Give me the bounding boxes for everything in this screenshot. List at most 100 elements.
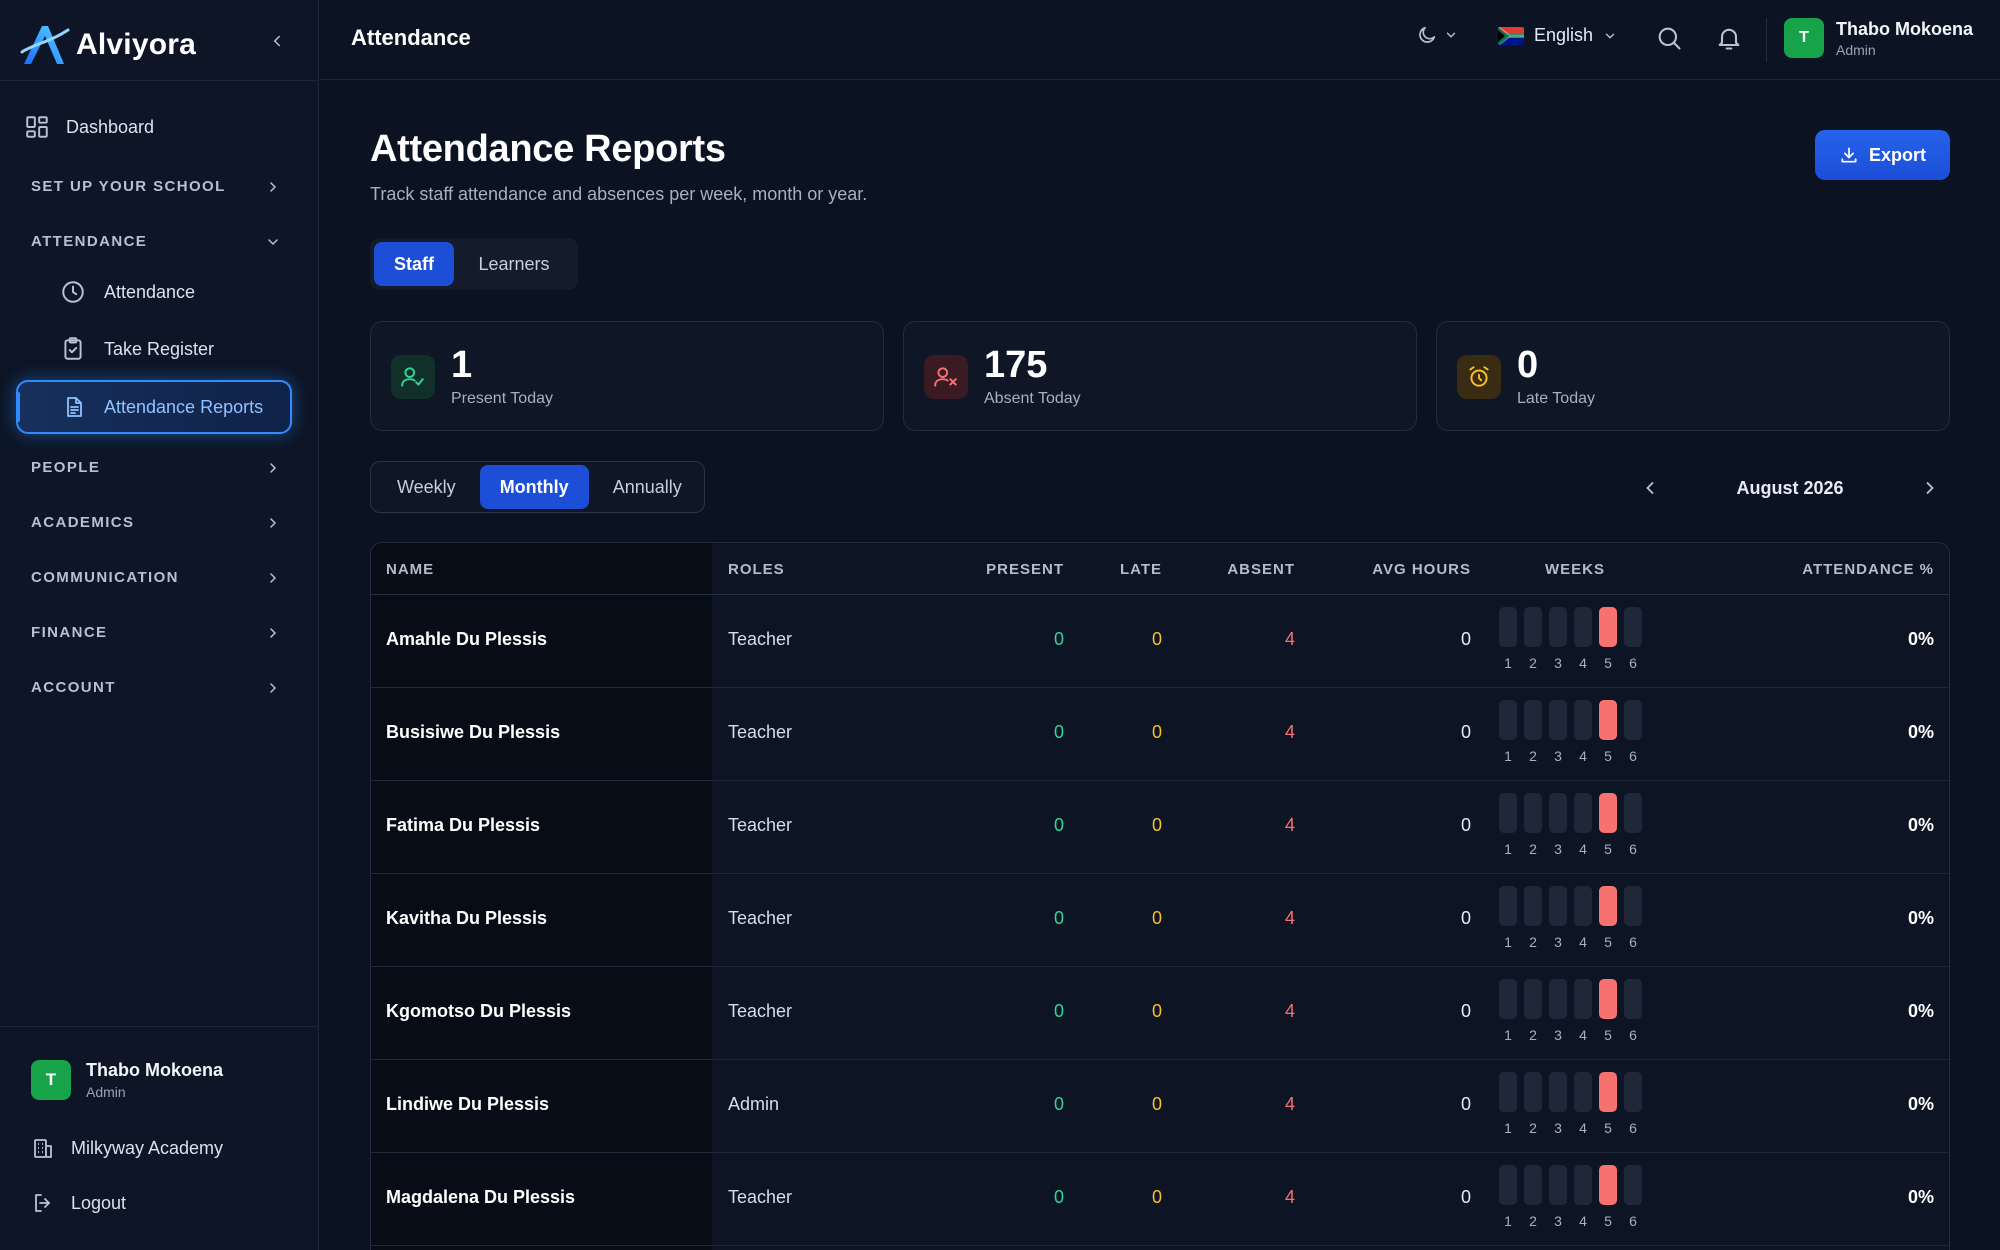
- week-number: 3: [1554, 841, 1562, 857]
- section-label: ATTENDANCE: [31, 233, 148, 250]
- table-row[interactable]: Busisiwe Du Plessis Teacher 0 0 4 0 0% 1 2 3 4 5 6: [371, 688, 1949, 781]
- logo-mark-icon: [20, 26, 70, 64]
- next-month-icon[interactable]: [1920, 478, 1940, 498]
- chevron-down-icon: [1605, 33, 1615, 39]
- weeks-indicator: 1 2 3 4 5 6: [1499, 1072, 1649, 1142]
- week-bar: [1599, 1072, 1617, 1112]
- avg-hours: 0: [1460, 1001, 1471, 1021]
- table-row[interactable]: Amahle Du Plessis Teacher 0 0 4 0 0% 1 2 3 4 5 6: [371, 595, 1949, 688]
- present-count: 0: [1053, 722, 1064, 742]
- table-row[interactable]: Lindiwe Du Plessis Admin 0 0 4 0 0% 1 2 3 4 5 6: [371, 1060, 1949, 1153]
- previous-month-icon[interactable]: [1640, 478, 1660, 498]
- period-weekly[interactable]: Weekly: [377, 465, 476, 509]
- weeks-indicator: 1 2 3 4 5 6: [1499, 979, 1649, 1049]
- stat-card-late: 0 Late Today: [1436, 321, 1950, 431]
- sidebar-user-profile[interactable]: T Thabo Mokoena Admin: [31, 1060, 223, 1100]
- brand-logo[interactable]: Alviyora: [20, 22, 196, 68]
- week-number: 5: [1604, 841, 1612, 857]
- sidebar-item-label: Take Register: [104, 338, 215, 359]
- staff-role: Teacher: [728, 908, 793, 928]
- user-name: Thabo Mokoena: [1836, 18, 1974, 39]
- sidebar-item-dashboard[interactable]: Dashboard: [24, 114, 154, 140]
- week-number: 4: [1579, 1120, 1587, 1136]
- sidebar-section-academics[interactable]: ACADEMICS: [31, 514, 281, 531]
- stat-label: Absent Today: [984, 390, 1081, 407]
- staff-role: Teacher: [728, 722, 793, 742]
- attendance-percent: 0%: [1907, 1001, 1934, 1021]
- logout-icon: [35, 1194, 50, 1212]
- staff-name: Magdalena Du Plessis: [386, 1187, 576, 1207]
- table-row[interactable]: Kgomotso Du Plessis Teacher 0 0 4 0 0% 1 2 3 4 5 6: [371, 967, 1949, 1060]
- logout-label: Logout: [71, 1192, 127, 1213]
- table-row[interactable]: Kavitha Du Plessis Teacher 0 0 4 0 0% 1 2 3 4 5 6: [371, 874, 1949, 967]
- sidebar-item-attendance-reports[interactable]: Attendance Reports: [16, 380, 292, 434]
- sidebar-divider: [0, 1026, 319, 1027]
- south-africa-flag-icon: [1498, 26, 1524, 45]
- sidebar-section-people[interactable]: PEOPLE: [31, 459, 281, 476]
- week-number: 6: [1629, 1213, 1637, 1229]
- sidebar-item-take-register[interactable]: Take Register: [60, 336, 214, 362]
- bell-icon[interactable]: [1715, 24, 1743, 52]
- sidebar-section-communication[interactable]: COMMUNICATION: [31, 569, 281, 586]
- staff-name: Fatima Du Plessis: [386, 815, 541, 835]
- attendance-percent: 0%: [1907, 815, 1934, 835]
- week-number: 5: [1604, 748, 1612, 764]
- table-row[interactable]: Magdalena Du Plessis Teacher 0 0 4 0 0% 1 2 3 4 5 6: [371, 1153, 1949, 1246]
- search-icon[interactable]: [1655, 24, 1683, 52]
- sidebar-section-account[interactable]: ACCOUNT: [31, 679, 281, 696]
- present-count: 0: [1053, 629, 1064, 649]
- sidebar-item-attendance[interactable]: Attendance: [60, 279, 195, 305]
- brand-name: Alviyora: [76, 28, 196, 61]
- week-number: 5: [1604, 934, 1612, 950]
- week-bar: [1599, 793, 1617, 833]
- column-header-late[interactable]: LATE: [1120, 561, 1162, 578]
- collapse-sidebar-button[interactable]: [262, 26, 292, 56]
- week-bar: [1524, 607, 1542, 647]
- week-bar: [1624, 607, 1642, 647]
- week-number: 1: [1504, 1213, 1512, 1229]
- staff-role: Admin: [728, 1094, 780, 1114]
- attendance-percent: 0%: [1907, 1187, 1934, 1207]
- sidebar-section-attendance[interactable]: ATTENDANCE: [31, 233, 281, 250]
- week-number: 2: [1529, 934, 1537, 950]
- column-header-avg-hours[interactable]: AVG HOURS: [1372, 561, 1471, 578]
- present-count: 0: [1053, 1001, 1064, 1021]
- school-switcher[interactable]: Milkyway Academy: [31, 1136, 223, 1160]
- week-bar: [1599, 1165, 1617, 1205]
- logout-button[interactable]: Logout: [31, 1191, 126, 1215]
- sidebar-section-setup[interactable]: SET UP YOUR SCHOOL: [31, 178, 281, 195]
- week-number: 5: [1604, 655, 1612, 671]
- column-header-absent[interactable]: ABSENT: [1227, 561, 1295, 578]
- week-bar: [1499, 793, 1517, 833]
- period-monthly[interactable]: Monthly: [479, 465, 589, 509]
- language-selector[interactable]: English: [1498, 25, 1617, 46]
- weeks-indicator: 1 2 3 4 5 6: [1499, 607, 1649, 677]
- column-header-name[interactable]: NAME: [386, 561, 434, 578]
- week-bar: [1624, 1072, 1642, 1112]
- period-annually[interactable]: Annually: [593, 465, 702, 509]
- week-number: 3: [1554, 934, 1562, 950]
- week-bar: [1524, 1072, 1542, 1112]
- attendance-percent: 0%: [1907, 722, 1934, 742]
- table-row[interactable]: Fatima Du Plessis Teacher 0 0 4 0 0% 1 2 3 4 5 6: [371, 781, 1949, 874]
- late-count: 0: [1151, 815, 1162, 835]
- page-title: Attendance Reports: [370, 128, 726, 170]
- week-number: 3: [1554, 748, 1562, 764]
- column-header-attendance-pct[interactable]: ATTENDANCE %: [1802, 561, 1934, 578]
- export-button[interactable]: Export: [1815, 130, 1950, 180]
- staff-name: Lindiwe Du Plessis: [386, 1094, 550, 1114]
- week-bar: [1549, 700, 1567, 740]
- column-header-roles[interactable]: ROLES: [728, 561, 785, 578]
- stat-label: Present Today: [451, 390, 553, 407]
- week-bar: [1524, 700, 1542, 740]
- tab-staff[interactable]: Staff: [374, 242, 454, 286]
- column-header-present[interactable]: PRESENT: [986, 561, 1064, 578]
- period-selector: Weekly Monthly Annually: [370, 461, 705, 513]
- tab-learners[interactable]: Learners: [458, 242, 570, 286]
- week-number: 2: [1529, 1213, 1537, 1229]
- sidebar-section-finance[interactable]: FINANCE: [31, 624, 281, 641]
- staff-role: Teacher: [728, 815, 793, 835]
- user-menu[interactable]: T Thabo Mokoena Admin: [1784, 18, 1973, 58]
- theme-toggle[interactable]: [1416, 24, 1458, 46]
- user-name: Thabo Mokoena: [86, 1060, 224, 1080]
